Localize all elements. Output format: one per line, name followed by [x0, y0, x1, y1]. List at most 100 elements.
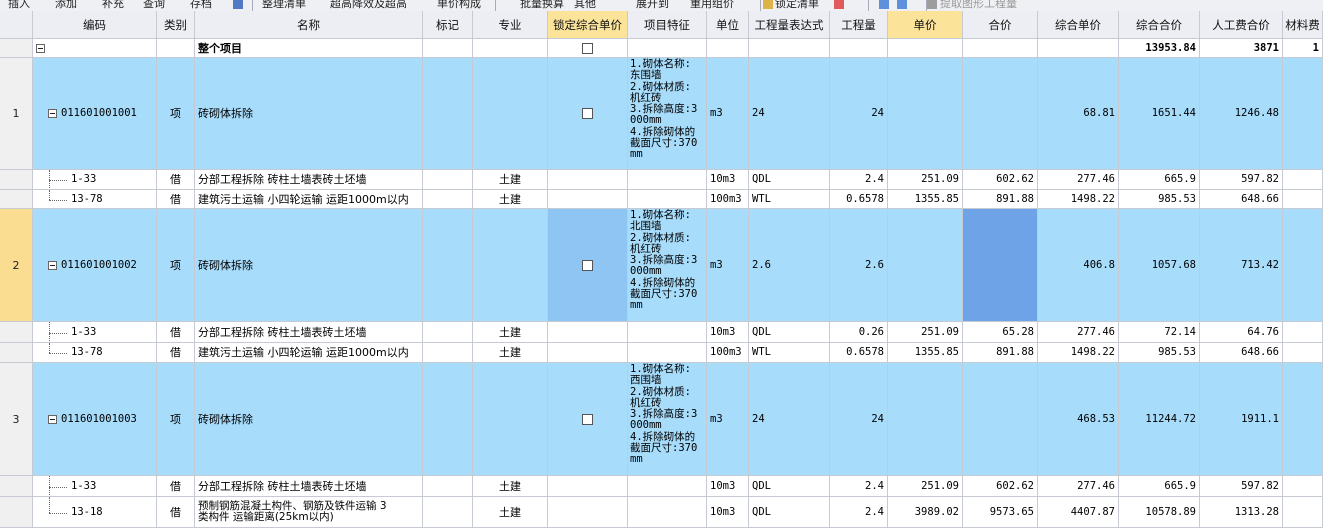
sub-unit[interactable]: 10m3 — [707, 476, 749, 497]
item-code[interactable]: 011601001003 — [33, 363, 157, 476]
item-lock[interactable] — [548, 209, 628, 322]
sub-spec[interactable]: 土建 — [473, 343, 548, 363]
sub-labor[interactable]: 597.82 — [1200, 170, 1283, 190]
sub-name[interactable]: 分部工程拆除 砖柱土墙表砖土坯墙 — [195, 476, 423, 497]
sub-comprehensive-price[interactable]: 4407.87 — [1038, 497, 1119, 528]
collapse-toggle-icon[interactable] — [48, 414, 57, 424]
item-name[interactable]: 砖砌体拆除 — [195, 209, 423, 322]
sub-mark[interactable] — [423, 497, 473, 528]
sub-code[interactable]: 13-18 — [33, 497, 157, 528]
collapse-toggle-icon[interactable] — [48, 260, 57, 270]
item-material[interactable] — [1283, 209, 1323, 322]
item-unit[interactable]: m3 — [707, 209, 749, 322]
sub-quantity[interactable]: 2.4 — [830, 497, 888, 528]
sub-total[interactable]: 9573.65 — [963, 497, 1038, 528]
sub-material[interactable] — [1283, 476, 1323, 497]
sub-unit[interactable]: 10m3 — [707, 322, 749, 343]
sub-comprehensive-total[interactable]: 985.53 — [1119, 343, 1200, 363]
item-labor[interactable]: 1911.1 — [1200, 363, 1283, 476]
toolbar-lock-bill-button[interactable]: 锁定清单 — [775, 0, 819, 11]
sub-spec[interactable]: 土建 — [473, 322, 548, 343]
column-header-lock-unit-price[interactable]: 锁定综合单价 — [548, 11, 628, 39]
sub-comprehensive-price[interactable]: 277.46 — [1038, 170, 1119, 190]
item-price[interactable] — [888, 209, 963, 322]
column-header-specialty[interactable]: 专业 — [473, 11, 548, 39]
item-code[interactable]: 011601001001 — [33, 58, 157, 170]
item-comprehensive-price[interactable]: 68.81 — [1038, 58, 1119, 170]
sub-material[interactable] — [1283, 322, 1323, 343]
sub-name[interactable]: 建筑污土运输 小四轮运输 运距1000m以内 — [195, 343, 423, 363]
sub-code[interactable]: 1-33 — [33, 476, 157, 497]
item-feature[interactable]: 1.砌体名称: 东围墙 2.砌体材质: 机红砖 3.拆除高度:3 000mm 4… — [628, 58, 707, 170]
sub-price[interactable]: 251.09 — [888, 322, 963, 343]
sub-unit[interactable]: 100m3 — [707, 190, 749, 209]
item-mark[interactable] — [423, 58, 473, 170]
toolbar-add-button[interactable]: 添加 — [55, 0, 77, 11]
sub-total[interactable]: 602.62 — [963, 476, 1038, 497]
item-comprehensive-price[interactable]: 468.53 — [1038, 363, 1119, 476]
sub-comprehensive-price[interactable]: 277.46 — [1038, 476, 1119, 497]
row-header[interactable] — [0, 497, 33, 528]
sub-mark[interactable] — [423, 476, 473, 497]
sub-expression[interactable]: QDL — [749, 497, 830, 528]
total-code[interactable] — [33, 39, 157, 58]
sub-price[interactable]: 251.09 — [888, 476, 963, 497]
item-name[interactable]: 砖砌体拆除 — [195, 363, 423, 476]
column-header-unit-price[interactable]: 单价 — [888, 11, 963, 39]
lock-checkbox[interactable] — [582, 42, 593, 54]
sub-labor[interactable]: 648.66 — [1200, 343, 1283, 363]
sub-material[interactable] — [1283, 343, 1323, 363]
item-unit[interactable]: m3 — [707, 58, 749, 170]
column-header-material-cost[interactable]: 材料费 — [1283, 11, 1323, 39]
sub-material[interactable] — [1283, 170, 1323, 190]
column-header-total-price[interactable]: 合价 — [963, 11, 1038, 39]
item-total[interactable] — [963, 209, 1038, 322]
sub-feature[interactable] — [628, 322, 707, 343]
toolbar-overheight-button[interactable]: 超高降效及超高 — [330, 0, 407, 11]
item-unit[interactable]: m3 — [707, 363, 749, 476]
item-labor[interactable]: 1246.48 — [1200, 58, 1283, 170]
item-labor[interactable]: 713.42 — [1200, 209, 1283, 322]
collapse-toggle-icon[interactable] — [36, 43, 45, 53]
sub-lock[interactable] — [548, 170, 628, 190]
sub-lock[interactable] — [548, 322, 628, 343]
sub-comprehensive-total[interactable]: 72.14 — [1119, 322, 1200, 343]
sub-code[interactable]: 13-78 — [33, 343, 157, 363]
toolbar-other-button[interactable]: 其他 — [574, 0, 596, 11]
sub-quantity[interactable]: 2.4 — [830, 476, 888, 497]
item-comprehensive-price[interactable]: 406.8 — [1038, 209, 1119, 322]
sub-lock[interactable] — [548, 190, 628, 209]
item-mark[interactable] — [423, 363, 473, 476]
toolbar-supplement-button[interactable]: 补充 — [102, 0, 124, 11]
sub-comprehensive-price[interactable]: 1498.22 — [1038, 190, 1119, 209]
item-feature[interactable]: 1.砌体名称: 西围墙 2.砌体材质: 机红砖 3.拆除高度:3 000mm 4… — [628, 363, 707, 476]
network-icon[interactable] — [233, 0, 243, 9]
sub-feature[interactable] — [628, 476, 707, 497]
column-header-project-feature[interactable]: 项目特征 — [628, 11, 707, 39]
column-header-quantity[interactable]: 工程量 — [830, 11, 888, 39]
item-code[interactable]: 011601001002 — [33, 209, 157, 322]
sub-quantity[interactable]: 0.6578 — [830, 343, 888, 363]
sub-code[interactable]: 1-33 — [33, 170, 157, 190]
toolbar-extract-graphic-qty-button[interactable]: 提取图形工程量 — [940, 0, 1017, 11]
row-header[interactable] — [0, 476, 33, 497]
column-header-quantity-expression[interactable]: 工程量表达式 — [749, 11, 830, 39]
row-header[interactable] — [0, 190, 33, 209]
lock-icon[interactable] — [763, 0, 773, 9]
toolbar-query-button[interactable]: 查询 — [143, 0, 165, 11]
sub-spec[interactable]: 土建 — [473, 170, 548, 190]
sub-lock[interactable] — [548, 343, 628, 363]
item-quantity[interactable]: 24 — [830, 363, 888, 476]
item-mark[interactable] — [423, 209, 473, 322]
item-feature[interactable]: 1.砌体名称: 北围墙 2.砌体材质: 机红砖 3.拆除高度:3 000mm 4… — [628, 209, 707, 322]
sub-code[interactable]: 13-78 — [33, 190, 157, 209]
sub-code[interactable]: 1-33 — [33, 322, 157, 343]
arrow-down-icon[interactable] — [897, 0, 907, 9]
item-comprehensive-total[interactable]: 1651.44 — [1119, 58, 1200, 170]
sub-spec[interactable]: 土建 — [473, 497, 548, 528]
sub-lock[interactable] — [548, 497, 628, 528]
sub-feature[interactable] — [628, 170, 707, 190]
sub-unit[interactable]: 10m3 — [707, 497, 749, 528]
column-header-comprehensive-unit-price[interactable]: 综合单价 — [1038, 11, 1119, 39]
item-name[interactable]: 砖砌体拆除 — [195, 58, 423, 170]
